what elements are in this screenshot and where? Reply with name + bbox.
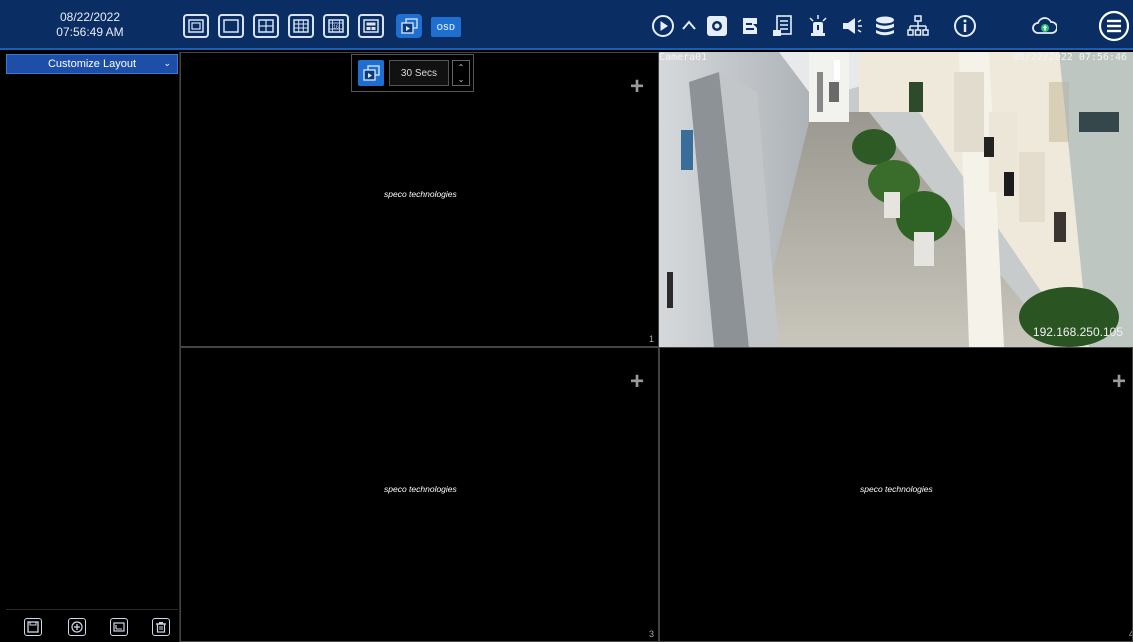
record-icon bbox=[743, 18, 757, 34]
sequence-play-button[interactable] bbox=[358, 60, 384, 86]
top-toolbar: 08/22/2022 07:56:49 AM 16 OSD bbox=[0, 0, 1133, 50]
layout-select[interactable]: Customize Layout ⌄ bbox=[6, 54, 178, 74]
log-button[interactable] bbox=[770, 13, 796, 39]
nine-layout-button[interactable] bbox=[288, 14, 314, 38]
osd-button[interactable]: OSD bbox=[431, 17, 461, 37]
sequence-play-icon bbox=[363, 65, 380, 81]
audio-icon bbox=[843, 18, 862, 34]
quad-layout-button[interactable] bbox=[253, 14, 279, 38]
network-button[interactable] bbox=[905, 13, 931, 39]
chevron-down-icon[interactable]: ⌄ bbox=[453, 73, 469, 85]
clock: 08/22/2022 07:56:49 AM bbox=[0, 0, 180, 50]
add-camera-icon[interactable]: + bbox=[1112, 370, 1126, 394]
rename-icon bbox=[113, 622, 125, 632]
tile-number: 1 bbox=[648, 334, 654, 344]
sequence-button[interactable] bbox=[396, 14, 422, 38]
camera-feed-tile[interactable]: Camera01 08/22/2022 07:56:46 192.168.250… bbox=[659, 52, 1133, 347]
pip-layout-button[interactable] bbox=[358, 14, 384, 38]
cloud-upload-button[interactable] bbox=[1031, 13, 1057, 39]
delete-icon bbox=[156, 622, 166, 633]
layout-sidebar: Customize Layout ⌄ bbox=[0, 52, 180, 642]
sixteen-layout-button[interactable]: 16 bbox=[323, 14, 349, 38]
snapshot-button[interactable] bbox=[704, 13, 730, 39]
add-icon bbox=[71, 621, 83, 633]
add-camera-icon[interactable]: + bbox=[630, 75, 644, 99]
main-menu-icon bbox=[1098, 10, 1130, 42]
chevron-up-icon[interactable]: ⌃ bbox=[453, 61, 469, 73]
fullscreen-layout-button[interactable] bbox=[183, 14, 209, 38]
log-icon bbox=[773, 15, 792, 36]
nine-layout-icon bbox=[293, 19, 309, 33]
sixteen-label: 16 bbox=[333, 25, 339, 31]
alarm-icon bbox=[809, 15, 827, 36]
camera-ip: 192.168.250.105 bbox=[1032, 325, 1123, 339]
snapshot-icon bbox=[707, 16, 727, 36]
info-icon bbox=[954, 15, 976, 37]
pip-layout-icon bbox=[363, 19, 379, 33]
sidebar-actions bbox=[6, 609, 178, 642]
sequence-control: 30 Secs ⌃ ⌄ bbox=[351, 54, 474, 92]
sequence-icon bbox=[401, 18, 418, 34]
camera-timestamp: 08/22/2022 07:56:46 bbox=[1012, 52, 1127, 63]
layout-select-value: Customize Layout bbox=[47, 58, 137, 70]
delete-layout-button[interactable] bbox=[152, 618, 170, 636]
brand-logo: speco technologies bbox=[860, 484, 933, 494]
main-menu-button[interactable] bbox=[1098, 10, 1130, 42]
disk-icon bbox=[876, 16, 894, 36]
network-icon bbox=[907, 15, 929, 36]
brand-logo: speco technologies bbox=[384, 484, 457, 494]
camera-name: Camera01 bbox=[659, 52, 708, 63]
quad-layout-icon bbox=[258, 19, 274, 33]
video-tile-1[interactable]: + speco technologies 1 bbox=[180, 52, 659, 347]
add-camera-icon[interactable]: + bbox=[630, 370, 644, 394]
interval-spinner[interactable]: ⌃ ⌄ bbox=[452, 60, 470, 86]
brand-logo: speco technologies bbox=[384, 189, 457, 199]
info-button[interactable] bbox=[952, 13, 978, 39]
sequence-interval[interactable]: 30 Secs bbox=[389, 60, 449, 86]
playback-button[interactable] bbox=[650, 13, 676, 39]
save-icon bbox=[27, 621, 39, 633]
chevron-down-icon: ⌄ bbox=[163, 58, 171, 68]
collapse-chevron-icon bbox=[682, 20, 696, 30]
fullscreen-layout-icon bbox=[188, 19, 204, 33]
clock-date: 08/22/2022 bbox=[59, 10, 121, 24]
tile-number: 4 bbox=[1129, 629, 1132, 639]
rename-layout-button[interactable] bbox=[110, 618, 128, 636]
sixteen-layout-icon: 16 bbox=[328, 19, 344, 33]
save-layout-button[interactable] bbox=[24, 618, 42, 636]
record-button[interactable] bbox=[737, 13, 763, 39]
playback-icon bbox=[652, 15, 674, 37]
single-layout-button[interactable] bbox=[218, 14, 244, 38]
alarm-button[interactable] bbox=[805, 13, 831, 39]
disk-button[interactable] bbox=[872, 13, 898, 39]
camera-image bbox=[659, 52, 1133, 347]
tile-number: 3 bbox=[648, 629, 654, 639]
video-tile-4[interactable]: + speco technologies 4 bbox=[659, 347, 1133, 642]
add-layout-button[interactable] bbox=[68, 618, 86, 636]
cloud-upload-icon bbox=[1032, 17, 1057, 34]
single-layout-icon bbox=[223, 19, 239, 33]
audio-button[interactable] bbox=[838, 13, 864, 39]
clock-time: 07:56:49 AM bbox=[56, 25, 124, 39]
collapse-button[interactable] bbox=[676, 13, 702, 39]
video-tile-3[interactable]: + speco technologies 3 bbox=[180, 347, 659, 642]
